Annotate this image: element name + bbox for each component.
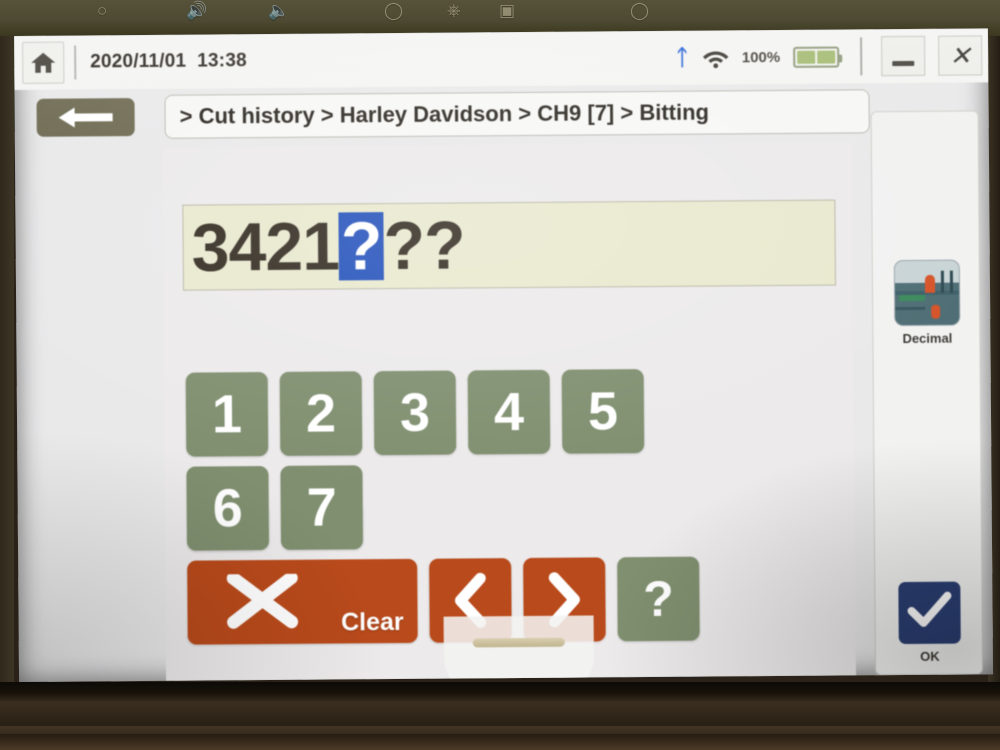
sidebar-decimal-label: Decimal xyxy=(902,330,953,347)
key-6[interactable]: 6 xyxy=(186,466,270,551)
stand-handle xyxy=(443,615,595,682)
sidebar-ok-button[interactable]: OK xyxy=(875,581,984,664)
clear-button[interactable]: Clear xyxy=(187,558,418,645)
camera-icon: ▣ xyxy=(499,1,516,20)
bluetooth-icon: ᛏ xyxy=(675,44,689,70)
key-2[interactable]: 2 xyxy=(279,371,363,456)
touchscreen[interactable]: 2020/11/01 13:38 ᛏ 100% ✕ > Cut history … xyxy=(14,28,994,682)
breadcrumb[interactable]: > Cut history > Harley Davidson > CH9 [7… xyxy=(164,89,870,139)
status-indicators: ᛏ 100% ✕ xyxy=(675,35,988,77)
power-icon: ○ xyxy=(97,1,108,20)
device-left-bezel xyxy=(0,36,14,750)
keypad-row-2: 6 7 xyxy=(186,462,837,551)
unknown-value-button[interactable]: ? xyxy=(617,556,700,642)
status-divider xyxy=(74,45,77,80)
keypad-row-1: 1 2 3 4 5 xyxy=(185,368,837,457)
close-button[interactable]: ✕ xyxy=(938,35,983,76)
sidebar-decimal-button[interactable]: Decimal xyxy=(873,259,982,346)
clear-button-label: Clear xyxy=(340,607,404,637)
stand-handle-dash xyxy=(472,637,565,648)
close-icon: ✕ xyxy=(949,40,972,71)
bitting-remaining-chars: ?? xyxy=(383,207,465,285)
back-button[interactable] xyxy=(36,98,135,137)
volume-down-icon: 🔈 xyxy=(268,1,290,20)
key-4[interactable]: 4 xyxy=(467,369,551,455)
right-sidebar: Decimal OK xyxy=(870,110,984,676)
key-3[interactable]: 3 xyxy=(373,370,457,456)
key-5[interactable]: 5 xyxy=(561,369,645,454)
sidebar-ok-label: OK xyxy=(920,648,940,664)
battery-full-icon xyxy=(793,46,840,68)
device-photograph: ○ 🔊 🔈 ◯ ⎈ ▣ ◯ 2020/11/01 13:38 ᛏ 100% ✕ … xyxy=(0,0,1000,750)
bitting-display-field[interactable]: 3421??? xyxy=(182,199,836,291)
decimal-thumbnail-icon xyxy=(893,259,961,327)
status-datetime: 2020/11/01 13:38 xyxy=(90,50,247,73)
minimize-button[interactable] xyxy=(881,35,926,77)
battery-percent-label: 100% xyxy=(741,48,781,66)
usb-icon: ◯ xyxy=(384,1,404,20)
check-icon xyxy=(906,590,952,635)
bitting-value: 3421??? xyxy=(191,207,465,286)
navigation-bar: > Cut history > Harley Davidson > CH9 [7… xyxy=(14,82,988,146)
keypad: 1 2 3 4 5 6 7 Clear ? xyxy=(185,368,838,655)
back-arrow-icon xyxy=(57,105,115,129)
home-icon xyxy=(30,51,56,75)
status-bar: 2020/11/01 13:38 ᛏ 100% ✕ xyxy=(14,28,989,90)
status-divider-2 xyxy=(860,37,863,76)
mic-icon: ◯ xyxy=(630,1,650,20)
ok-button-box xyxy=(898,581,961,645)
desk-surface xyxy=(0,734,1000,750)
lens-icon: ⎈ xyxy=(447,1,461,20)
key-1[interactable]: 1 xyxy=(185,372,269,457)
x-icon xyxy=(225,571,299,631)
key-7[interactable]: 7 xyxy=(280,465,364,550)
wifi-icon xyxy=(702,47,729,68)
bitting-entered-digits: 3421 xyxy=(191,208,340,286)
main-content-panel: 3421??? 1 2 3 4 5 6 7 Clear ? xyxy=(161,141,857,681)
bitting-cursor-char: ? xyxy=(338,208,384,285)
home-button[interactable] xyxy=(22,41,65,84)
volume-up-icon: 🔊 xyxy=(186,1,208,20)
